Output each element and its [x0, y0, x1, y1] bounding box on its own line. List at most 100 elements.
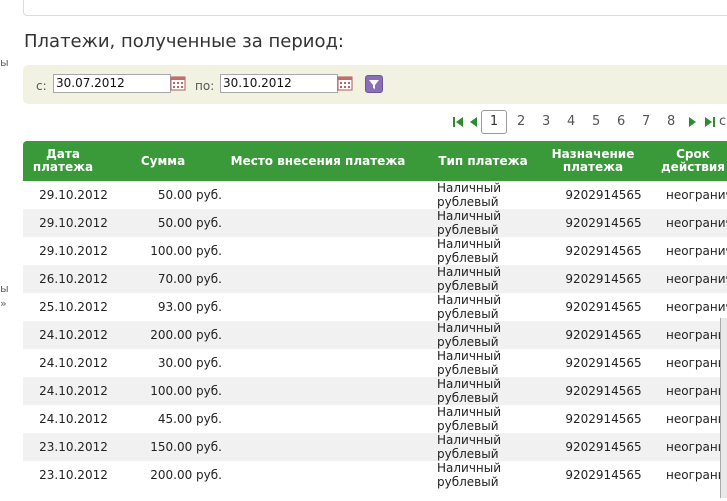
filter-button[interactable]	[365, 75, 383, 93]
cell-date: 25.10.2012	[39, 300, 108, 314]
cell-type: Наличный рублевый	[437, 349, 517, 377]
cell-type-line1: Наличный	[437, 433, 502, 447]
cell-sum: 30.00 руб.	[157, 356, 222, 370]
calendar-icon[interactable]	[170, 75, 186, 91]
cell-type-line1: Наличный	[437, 209, 502, 223]
cell-purpose: 9202914565	[565, 216, 642, 230]
cell-purpose: 9202914565	[565, 300, 642, 314]
page-link-4[interactable]: 4	[567, 114, 575, 129]
cell-date: 24.10.2012	[39, 356, 108, 370]
cell-date: 24.10.2012	[39, 412, 108, 426]
cell-purpose: 9202914565	[565, 468, 642, 482]
cell-type: Наличный рублевый	[437, 433, 517, 461]
page-link-5[interactable]: 5	[592, 114, 600, 129]
top-panel	[23, 0, 727, 16]
header-place[interactable]: Место внесения платежа	[223, 141, 413, 181]
table-row: 24.10.2012 45.00 руб. Наличный рублевый 9202…	[23, 405, 727, 433]
payments-table: Дата платежа Сумма Место внесения платеж…	[23, 141, 727, 501]
cell-type-line1: Наличный	[437, 265, 502, 279]
cell-date: 23.10.2012	[39, 468, 108, 482]
table-row: 23.10.2012 150.00 руб. Наличный рублевый 920…	[23, 433, 727, 461]
last-page-icon[interactable]	[704, 116, 716, 128]
left-fragment: ы	[0, 282, 9, 295]
from-label: с:	[36, 79, 47, 93]
cell-date: 26.10.2012	[39, 272, 108, 286]
header-term[interactable]: Срок действия	[653, 141, 727, 181]
cell-type: Наличный рублевый	[437, 265, 517, 293]
page-link-6[interactable]: 6	[617, 114, 625, 129]
cell-type-line1: Наличный	[437, 293, 502, 307]
cell-date: 24.10.2012	[39, 328, 108, 342]
cell-sum: 100.00 руб.	[150, 384, 222, 398]
cell-type-line1: Наличный	[437, 321, 502, 335]
next-page-icon[interactable]	[688, 116, 698, 128]
calendar-icon[interactable]	[337, 75, 353, 91]
cell-purpose: 9202914565	[565, 272, 642, 286]
to-date-input[interactable]: 30.10.2012	[220, 74, 338, 93]
cell-term: неогранич	[666, 412, 727, 426]
cell-term: неогранич	[666, 328, 727, 342]
cell-type-line2: рублевый	[437, 223, 499, 237]
cell-sum: 50.00 руб.	[157, 188, 222, 202]
cell-type-line2: рублевый	[437, 391, 499, 405]
cell-purpose: 9202914565	[565, 188, 642, 202]
cell-type-line2: рублевый	[437, 307, 499, 321]
cell-type-line2: рублевый	[437, 475, 499, 489]
cell-type-line2: рублевый	[437, 251, 499, 265]
cell-type: Наличный рублевый	[437, 293, 517, 321]
page-link-8[interactable]: 8	[667, 114, 675, 129]
cell-date: 24.10.2012	[39, 384, 108, 398]
cell-type-line2: рублевый	[437, 279, 499, 293]
table-row: 24.10.2012 200.00 руб. Наличный рублевый 920…	[23, 321, 727, 349]
header-purpose[interactable]: Назначение платежа	[548, 141, 638, 181]
cell-type: Наличный рублевый	[437, 321, 517, 349]
cell-date: 29.10.2012	[39, 188, 108, 202]
page-link-2[interactable]: 2	[517, 114, 525, 129]
cell-sum: 150.00 руб.	[150, 440, 222, 454]
cell-purpose: 9202914565	[565, 244, 642, 258]
funnel-icon	[369, 80, 379, 89]
table-row: 24.10.2012 30.00 руб. Наличный рублевый 9202…	[23, 349, 727, 377]
cell-type-line1: Наличный	[437, 349, 502, 363]
from-date-input[interactable]: 30.07.2012	[53, 74, 171, 93]
header-type[interactable]: Тип платежа	[433, 141, 533, 181]
cell-type: Наличный рублевый	[437, 377, 517, 405]
table-row: 29.10.2012 50.00 руб. Наличный рублевый 9202…	[23, 209, 727, 237]
cell-type: Наличный рублевый	[437, 209, 517, 237]
header-date[interactable]: Дата платежа	[23, 141, 103, 181]
cell-type: Наличный рублевый	[437, 237, 517, 265]
page-link-3[interactable]: 3	[542, 114, 550, 129]
header-sum[interactable]: Сумма	[123, 141, 203, 181]
cell-type-line2: рублевый	[437, 195, 499, 209]
cell-sum: 45.00 руб.	[157, 412, 222, 426]
cell-term: неогранич	[666, 356, 727, 370]
cell-term: неогранич	[666, 384, 727, 398]
left-fragment: »	[0, 297, 7, 310]
first-page-icon[interactable]	[452, 116, 464, 128]
left-fragment: ы	[0, 56, 9, 69]
cell-type: Наличный рублевый	[437, 405, 517, 433]
table-header: Дата платежа Сумма Место внесения платеж…	[23, 141, 727, 181]
cell-purpose: 9202914565	[565, 412, 642, 426]
cell-type-line2: рублевый	[437, 363, 499, 377]
page-title: Платежи, полученные за период:	[24, 31, 344, 52]
page-link-7[interactable]: 7	[642, 114, 650, 129]
cell-term: неогранич	[666, 300, 727, 314]
date-filter-bar: с: 30.07.2012 по: 30.10.2012	[23, 65, 727, 104]
cell-date: 29.10.2012	[39, 216, 108, 230]
cell-purpose: 9202914565	[565, 440, 642, 454]
cell-term: неогранич	[666, 244, 727, 258]
cell-purpose: 9202914565	[565, 328, 642, 342]
cell-type: Наличный рублевый	[437, 181, 517, 209]
prev-page-icon[interactable]	[468, 116, 478, 128]
page-link-1[interactable]: 1	[481, 110, 507, 134]
cell-date: 23.10.2012	[39, 440, 108, 454]
pager-trailing-text: с	[719, 114, 727, 129]
cell-type-line1: Наличный	[437, 181, 502, 195]
cell-type-line2: рублевый	[437, 335, 499, 349]
table-row: 29.10.2012 50.00 руб. Наличный рублевый 9202…	[23, 181, 727, 209]
to-label: по:	[195, 79, 215, 93]
cell-sum: 100.00 руб.	[150, 244, 222, 258]
scrollbar[interactable]	[720, 318, 727, 498]
cell-type-line2: рублевый	[437, 447, 499, 461]
